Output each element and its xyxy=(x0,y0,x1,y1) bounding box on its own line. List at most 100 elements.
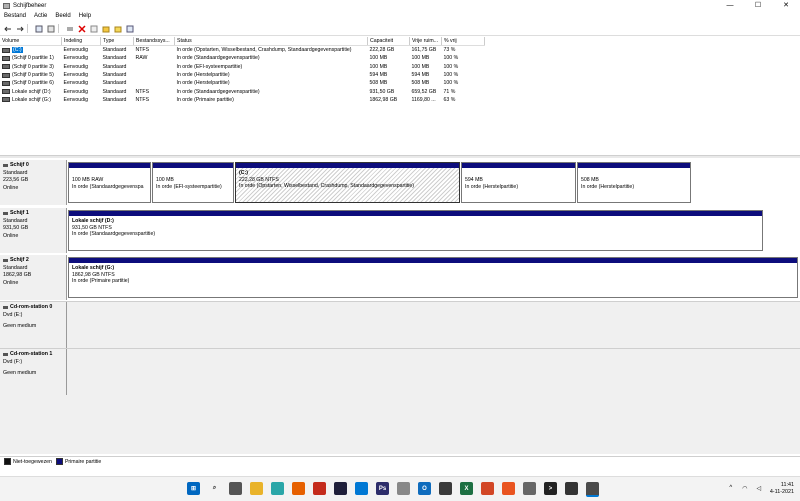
disk-label[interactable]: Schijf 1 Standaard 931,50 GB Online xyxy=(0,208,67,253)
disk-row-2: Schijf 2 Standaard 1862,98 GB Online Lok… xyxy=(0,255,800,300)
cell-indeling: Eenvoudig xyxy=(63,96,89,103)
check-icon[interactable] xyxy=(89,24,98,33)
cell-filesystem xyxy=(134,71,175,79)
disk-map: Schijf 0 Standaard 223,56 GB Online 100 … xyxy=(0,158,800,454)
col-bestandssysteem[interactable]: Bestandssys... xyxy=(133,37,175,46)
delete-icon[interactable] xyxy=(77,24,86,33)
table-row[interactable]: (Schijf 0 partitie 5) Eenvoudig Standaar… xyxy=(0,71,485,79)
cell-percent: 100 % xyxy=(443,80,459,87)
app-icon[interactable] xyxy=(313,482,326,495)
partition[interactable]: Lokale schijf (D:) 931,50 GB NTFS In orde … xyxy=(68,210,763,251)
new-folder-icon[interactable] xyxy=(113,24,122,33)
volume-icon[interactable]: ◁ xyxy=(755,485,763,493)
disk-size: 223,56 GB xyxy=(3,177,29,184)
maximize-button[interactable]: ☐ xyxy=(744,0,772,11)
table-row[interactable]: (Schijf 0 partitie 3) Eenvoudig Standaar… xyxy=(0,63,485,71)
menu-bar: Bestand Actie Beeld Help xyxy=(0,11,800,21)
task-view-icon[interactable] xyxy=(229,482,242,495)
col-status[interactable]: Status xyxy=(174,37,368,46)
col-volume[interactable]: Volume xyxy=(0,37,62,46)
close-button[interactable]: ✕ xyxy=(772,0,800,11)
app-icon[interactable] xyxy=(565,482,578,495)
app-icon[interactable] xyxy=(397,482,410,495)
col-capaciteit[interactable]: Capaciteit xyxy=(367,37,410,46)
table-row[interactable]: Lokale schijf (G:) Eenvoudig Standaard N… xyxy=(0,96,485,104)
photoshop-icon[interactable]: Ps xyxy=(376,482,389,495)
wifi-icon[interactable]: ◠ xyxy=(741,485,749,493)
toolbar-separator xyxy=(27,24,28,33)
view-icon[interactable] xyxy=(125,24,134,33)
cell-status: In orde (Herstelpartitie) xyxy=(176,72,230,79)
disk-status: Online xyxy=(3,232,19,239)
cell-type: Standaard xyxy=(102,96,127,103)
partition[interactable]: 100 MB RAW In orde (Standaardgegevenspa xyxy=(68,162,151,203)
partition[interactable]: 508 MB In orde (Herstelpartitie) xyxy=(577,162,691,203)
col-type[interactable]: Type xyxy=(100,37,134,46)
disk-management-taskbar-icon[interactable] xyxy=(586,482,599,497)
cdrom-label[interactable]: Cd-rom-station 1 Dvd (F:) Geen medium xyxy=(0,349,67,395)
cell-free: 100 MB xyxy=(411,55,430,62)
file-explorer-icon[interactable] xyxy=(250,482,263,495)
menu-help[interactable]: Help xyxy=(75,13,95,19)
table-row[interactable]: (Schijf 0 partitie 1) Eenvoudig Standaar… xyxy=(0,54,485,62)
disk-type: Standaard xyxy=(3,264,28,271)
unallocated-swatch xyxy=(4,458,11,465)
toolbar-separator xyxy=(58,24,59,33)
open-folder-icon[interactable] xyxy=(101,24,110,33)
back-arrow-icon[interactable] xyxy=(3,24,12,33)
edge-icon[interactable] xyxy=(271,482,284,495)
firefox-icon[interactable] xyxy=(292,482,305,495)
clock[interactable]: 11:41 4-11-2021 xyxy=(770,482,794,496)
start-icon[interactable]: ⊞ xyxy=(187,482,200,495)
cdrom-status: Geen medium xyxy=(3,323,37,330)
cell-status: In orde (Standaardgegevenspartitie) xyxy=(176,55,260,62)
partition[interactable]: Lokale schijf (G:) 1862,98 GB NTFS In orde… xyxy=(68,257,798,298)
table-row[interactable]: Lokale schijf (D:) Eenvoudig Standaard N… xyxy=(0,87,485,95)
cell-free: 594 MB xyxy=(411,72,430,79)
cell-filesystem: NTFS xyxy=(135,88,150,95)
col-vrije-ruimte[interactable]: Vrije ruim... xyxy=(409,37,442,46)
outlook-icon[interactable]: O xyxy=(418,482,431,495)
app-icon[interactable] xyxy=(439,482,452,495)
volume-icon xyxy=(2,72,10,78)
table-row[interactable]: (C:) Eenvoudig Standaard NTFS In orde (O… xyxy=(0,46,485,55)
partition[interactable]: 594 MB In orde (Herstelpartitie) xyxy=(461,162,576,203)
terminal-icon[interactable]: > xyxy=(544,482,557,495)
connect-icon[interactable] xyxy=(65,24,74,33)
cell-indeling: Eenvoudig xyxy=(63,63,89,70)
col-procent-vrij[interactable]: % vrij xyxy=(441,37,485,46)
menu-beeld[interactable]: Beeld xyxy=(51,13,74,19)
cell-type: Standaard xyxy=(102,88,127,95)
properties-icon[interactable] xyxy=(34,24,43,33)
app-icon[interactable] xyxy=(523,482,536,495)
volume-name: (Schijf 0 partitie 5) xyxy=(12,72,54,79)
cell-capacity: 100 MB xyxy=(369,63,388,70)
minimize-button[interactable]: — xyxy=(716,0,744,11)
app-icon[interactable] xyxy=(334,482,347,495)
cell-capacity: 222,28 GB xyxy=(369,47,395,54)
cell-indeling: Eenvoudig xyxy=(63,80,89,87)
forward-arrow-icon[interactable] xyxy=(15,24,24,33)
table-row[interactable]: (Schijf 0 partitie 6) Eenvoudig Standaar… xyxy=(0,79,485,87)
partition-selected[interactable]: (C:) 222,28 GB NTFS In orde (Opstarten, Wi… xyxy=(235,162,460,203)
disk-label[interactable]: Schijf 0 Standaard 223,56 GB Online xyxy=(0,160,67,205)
help-icon[interactable] xyxy=(46,24,55,33)
app-icon[interactable] xyxy=(355,482,368,495)
disk-label[interactable]: Schijf 2 Standaard 1862,98 GB Online xyxy=(0,255,67,300)
cdrom-name: Cd-rom-station 0 xyxy=(10,304,53,310)
partition[interactable]: 100 MB In orde (EFI-systeempartitie) xyxy=(152,162,234,203)
chevron-up-icon[interactable]: ^ xyxy=(727,485,735,493)
volume-name: (Schijf 0 partitie 3) xyxy=(12,63,54,70)
excel-icon[interactable]: X xyxy=(460,482,473,495)
col-indeling[interactable]: Indeling xyxy=(61,37,101,46)
app-icon[interactable] xyxy=(481,482,494,495)
menu-actie[interactable]: Actie xyxy=(30,13,51,19)
menu-bestand[interactable]: Bestand xyxy=(0,13,30,19)
disk-status: Online xyxy=(3,184,19,191)
cell-free: 659,52 GB xyxy=(411,88,437,95)
title-bar: Schijfbeheer — ☐ ✕ xyxy=(0,0,800,11)
ubuntu-icon[interactable] xyxy=(502,482,515,495)
cdrom-label[interactable]: Cd-rom-station 0 Dvd (E:) Geen medium xyxy=(0,302,67,348)
cdrom-icon xyxy=(3,306,8,310)
search-icon[interactable]: ⌕ xyxy=(208,482,221,495)
